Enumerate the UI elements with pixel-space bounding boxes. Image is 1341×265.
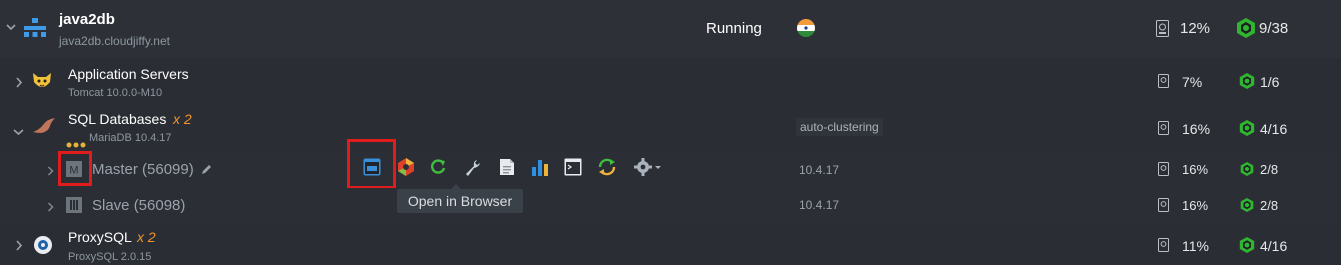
cloudlet-icon: [1239, 73, 1255, 94]
node-title[interactable]: Master (56099): [92, 161, 194, 178]
restart-icon[interactable]: [428, 157, 448, 177]
chevron-down-icon[interactable]: [6, 20, 16, 35]
proxysql-icon: [33, 235, 53, 260]
node-title[interactable]: SQL Databases: [68, 111, 166, 127]
node-multiplier: x 2: [137, 229, 156, 245]
open-browser-tooltip: Open in Browser: [397, 184, 523, 213]
chevron-right-icon[interactable]: [15, 238, 23, 256]
disk-usage: 16%: [1182, 121, 1211, 137]
chevron-right-icon[interactable]: [15, 75, 23, 93]
node-multiplier: x 2: [173, 111, 192, 127]
wrench-icon[interactable]: [463, 157, 483, 177]
node-version: 10.4.17: [799, 198, 840, 212]
environment-row[interactable]: java2db java2db.cloudjiffy.net Running 1…: [0, 0, 1341, 59]
log-icon[interactable]: [497, 157, 517, 177]
stats-icon[interactable]: [530, 157, 550, 177]
node-subtitle: MariaDB 10.4.17: [89, 132, 172, 144]
disk-usage: 16%: [1182, 162, 1209, 177]
chevron-down-icon[interactable]: [13, 123, 24, 141]
mariadb-icon: [31, 116, 57, 141]
node-subtitle: Tomcat 10.0.0-M10: [68, 87, 163, 99]
disk-icon: [1158, 238, 1169, 257]
auto-clustering-tag: auto-clustering: [796, 118, 883, 136]
pencil-icon[interactable]: [200, 163, 213, 181]
tomcat-icon: [31, 70, 53, 97]
disk-usage: 16%: [1182, 198, 1209, 213]
terminal-icon[interactable]: [563, 157, 583, 177]
cloudlets-usage: 4/16: [1260, 238, 1288, 254]
cloudlet-icon: [1240, 198, 1254, 217]
disk-icon: [1158, 162, 1169, 181]
cloudlet-icon: [1239, 120, 1255, 141]
node-subtitle: ProxySQL 2.0.15: [68, 251, 152, 263]
node-master[interactable]: M Master (56099) 10.4.17 16% 2/8: [0, 151, 1341, 188]
status-text: Running: [706, 20, 762, 37]
disk-icon: [1158, 121, 1169, 140]
cloudlet-icon: [1240, 162, 1254, 181]
environment-domain[interactable]: java2db.cloudjiffy.net: [59, 34, 170, 48]
cloudlet-icon: [1236, 18, 1256, 43]
node-group-app-servers[interactable]: Application Servers Tomcat 10.0.0-M10 7%…: [0, 58, 1341, 105]
cloudlets-usage: 9/38: [1259, 20, 1289, 37]
cloudlets-usage: 4/16: [1260, 121, 1288, 137]
config-icon[interactable]: [396, 157, 416, 177]
gear-icon[interactable]: [633, 157, 663, 177]
node-title[interactable]: ProxySQL: [68, 229, 132, 245]
flag-icon: [796, 18, 816, 43]
slave-icon: [66, 197, 82, 218]
node-version: 10.4.17: [799, 163, 840, 177]
disk-icon: [1156, 20, 1169, 42]
open-browser-highlight: [347, 139, 396, 189]
node-group-sql-databases[interactable]: SQL Databases x 2 MariaDB 10.4.17 auto-c…: [0, 104, 1341, 152]
cloudlets-usage: 2/8: [1260, 162, 1279, 177]
chevron-right-icon[interactable]: [47, 199, 54, 217]
node-slave[interactable]: Slave (56098) Open in Browser 10.4.17 16…: [0, 184, 1341, 223]
cloudlet-icon: [1239, 237, 1255, 258]
disk-icon: [1158, 74, 1169, 93]
disk-usage: 12%: [1180, 20, 1211, 37]
node-title[interactable]: Slave (56098): [92, 197, 185, 214]
redeploy-icon[interactable]: [597, 157, 617, 177]
cloudlets-usage: 2/8: [1260, 198, 1279, 213]
node-group-proxysql[interactable]: ProxySQL x 2 ProxySQL 2.0.15 11% 4/16: [0, 222, 1341, 265]
network-icon: [24, 18, 46, 43]
disk-icon: [1158, 198, 1169, 217]
master-icon-highlight: [58, 151, 92, 186]
cloudlets-usage: 1/6: [1260, 74, 1280, 90]
environment-name[interactable]: java2db: [59, 11, 115, 28]
node-title[interactable]: Application Servers: [68, 66, 189, 82]
disk-usage: 7%: [1182, 74, 1203, 90]
disk-usage: 11%: [1182, 238, 1209, 254]
chevron-right-icon[interactable]: [47, 163, 54, 181]
